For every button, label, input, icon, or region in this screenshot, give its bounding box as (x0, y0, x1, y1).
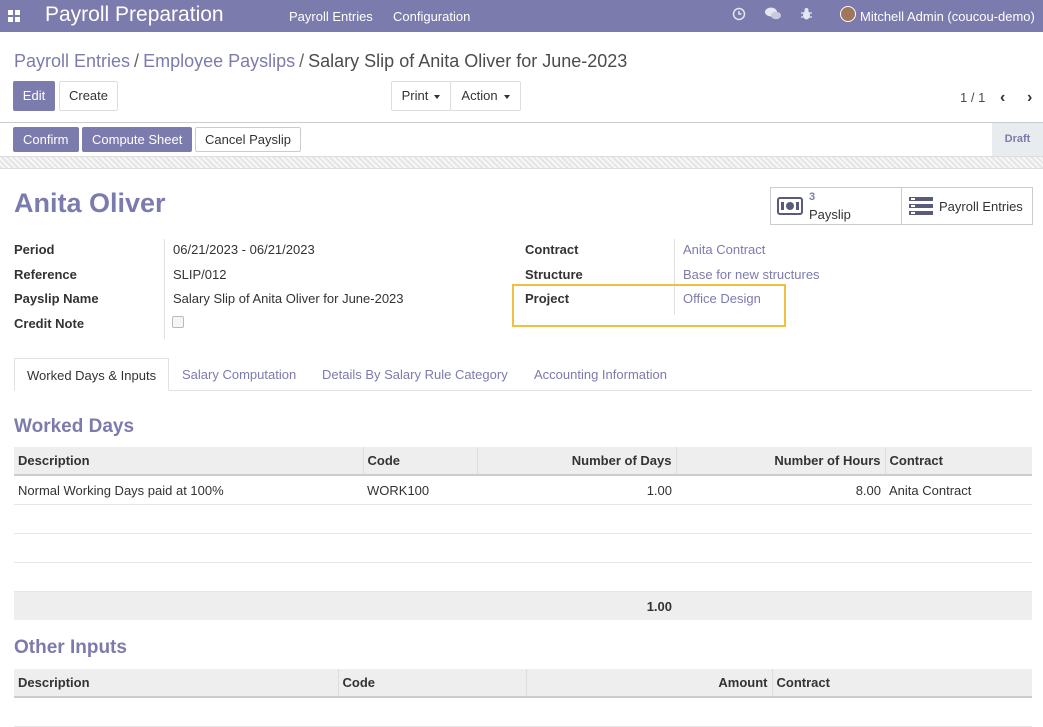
confirm-button[interactable]: Confirm (13, 127, 79, 152)
period-value[interactable]: 06/21/2023 - 06/21/2023 (173, 242, 315, 257)
empty-row (14, 562, 1032, 592)
contract-label: Contract (525, 242, 579, 257)
tab-accounting-information[interactable]: Accounting Information (534, 358, 667, 391)
cancel-payslip-button[interactable]: Cancel Payslip (195, 127, 301, 152)
column-header[interactable]: Description (14, 447, 363, 476)
chevron-right-icon[interactable]: › (1027, 89, 1032, 107)
caret-down-icon (434, 94, 441, 99)
table-cell[interactable]: 8.00 (676, 475, 885, 505)
chat-icon[interactable] (765, 7, 781, 24)
project-field-highlight (512, 284, 786, 327)
print-label: Print (401, 88, 429, 103)
payslip-smart-button[interactable]: 3 Payslip (770, 187, 902, 225)
clock-icon[interactable] (732, 7, 746, 24)
chevron-left-icon[interactable]: ‹ (1000, 89, 1005, 107)
column-header[interactable]: Amount (525, 669, 772, 698)
user-avatar[interactable] (840, 6, 856, 22)
column-header[interactable]: Contract (771, 669, 1032, 698)
credit-note-label: Credit Note (14, 316, 85, 331)
total-days: 1.00 (477, 591, 676, 620)
table-header-row: Description Code Number of Days Number o… (14, 447, 1032, 476)
breadcrumb-separator: / (134, 51, 140, 71)
column-header[interactable]: Description (14, 669, 338, 698)
payslip-name-label: Payslip Name (14, 291, 99, 306)
column-header[interactable]: Code (362, 447, 477, 476)
breadcrumb-payroll-entries[interactable]: Payroll Entries (14, 51, 130, 71)
table-cell[interactable]: Normal Working Days paid at 100% (14, 475, 363, 505)
action-label: Action (461, 88, 498, 103)
column-header[interactable]: Contract (884, 447, 1032, 476)
other-inputs-table: Description Code Amount Contract (14, 669, 1032, 727)
compute-sheet-button[interactable]: Compute Sheet (82, 127, 193, 152)
table-footer-row: 1.00 (14, 591, 1032, 620)
table-cell[interactable]: 1.00 (477, 475, 676, 505)
menu-configuration[interactable]: Configuration (393, 9, 470, 24)
bug-icon[interactable] (800, 7, 813, 24)
list-icon (909, 197, 933, 218)
top-navbar: Payroll Preparation Payroll Entries Conf… (0, 0, 1043, 32)
column-header[interactable]: Number of Days (476, 447, 676, 476)
print-dropdown[interactable]: Print (391, 81, 451, 111)
user-menu[interactable]: Mitchell Admin (coucou-demo) (860, 9, 1035, 24)
pager-value[interactable]: 1 / 1 (960, 90, 985, 105)
other-inputs-title: Other Inputs (14, 637, 127, 658)
payroll-entries-label: Payroll Entries (939, 199, 1023, 214)
payroll-entries-smart-button[interactable]: Payroll Entries (901, 187, 1033, 225)
action-dropdown[interactable]: Action (450, 81, 521, 111)
table-header-row: Description Code Amount Contract (14, 669, 1032, 698)
empty-row (14, 697, 1032, 727)
empty-row (14, 504, 1032, 534)
status-badge[interactable]: Draft (992, 123, 1043, 156)
tab-salary-computation[interactable]: Salary Computation (182, 358, 296, 391)
credit-note-checkbox[interactable] (172, 316, 184, 328)
worked-days-title: Worked Days (14, 416, 135, 437)
edit-button[interactable]: Edit (13, 81, 55, 111)
period-label: Period (14, 242, 55, 257)
worked-days-table: Description Code Number of Days Number o… (14, 447, 1032, 620)
app-title[interactable]: Payroll Preparation (45, 3, 224, 27)
structure-label: Structure (525, 267, 583, 282)
breadcrumb-separator: / (299, 51, 305, 71)
tab-details-by-rule-category[interactable]: Details By Salary Rule Category (322, 358, 508, 391)
employee-name: Anita Oliver (14, 188, 166, 218)
payslip-name-value[interactable]: Salary Slip of Anita Oliver for June-202… (173, 291, 404, 306)
table-row[interactable]: Normal Working Days paid at 100% WORK100… (14, 475, 1032, 505)
caret-down-icon (503, 94, 510, 99)
breadcrumb-employee-payslips[interactable]: Employee Payslips (143, 51, 295, 71)
menu-payroll-entries[interactable]: Payroll Entries (289, 9, 373, 24)
field-separator (164, 239, 165, 339)
column-header[interactable]: Code (337, 669, 526, 698)
reference-value[interactable]: SLIP/012 (173, 267, 227, 282)
column-header[interactable]: Number of Hours (675, 447, 885, 476)
empty-row (14, 533, 1032, 563)
payslip-label: Payslip (809, 207, 851, 222)
tab-worked-days-inputs[interactable]: Worked Days & Inputs (14, 358, 170, 391)
table-cell[interactable]: Anita Contract (885, 475, 1032, 505)
structure-value[interactable]: Base for new structures (683, 267, 820, 282)
reference-label: Reference (14, 267, 77, 282)
create-button[interactable]: Create (59, 81, 118, 111)
money-icon (777, 197, 803, 218)
payslip-count: 3 (809, 191, 816, 203)
sheet-divider (0, 157, 1043, 169)
apps-menu-icon[interactable] (8, 10, 20, 22)
breadcrumb: Payroll Entries / Employee Payslips / Salary… (14, 51, 627, 72)
table-cell[interactable]: WORK100 (363, 475, 477, 505)
breadcrumb-current: Salary Slip of Anita Oliver for June-202… (308, 51, 628, 71)
contract-value[interactable]: Anita Contract (683, 242, 765, 257)
